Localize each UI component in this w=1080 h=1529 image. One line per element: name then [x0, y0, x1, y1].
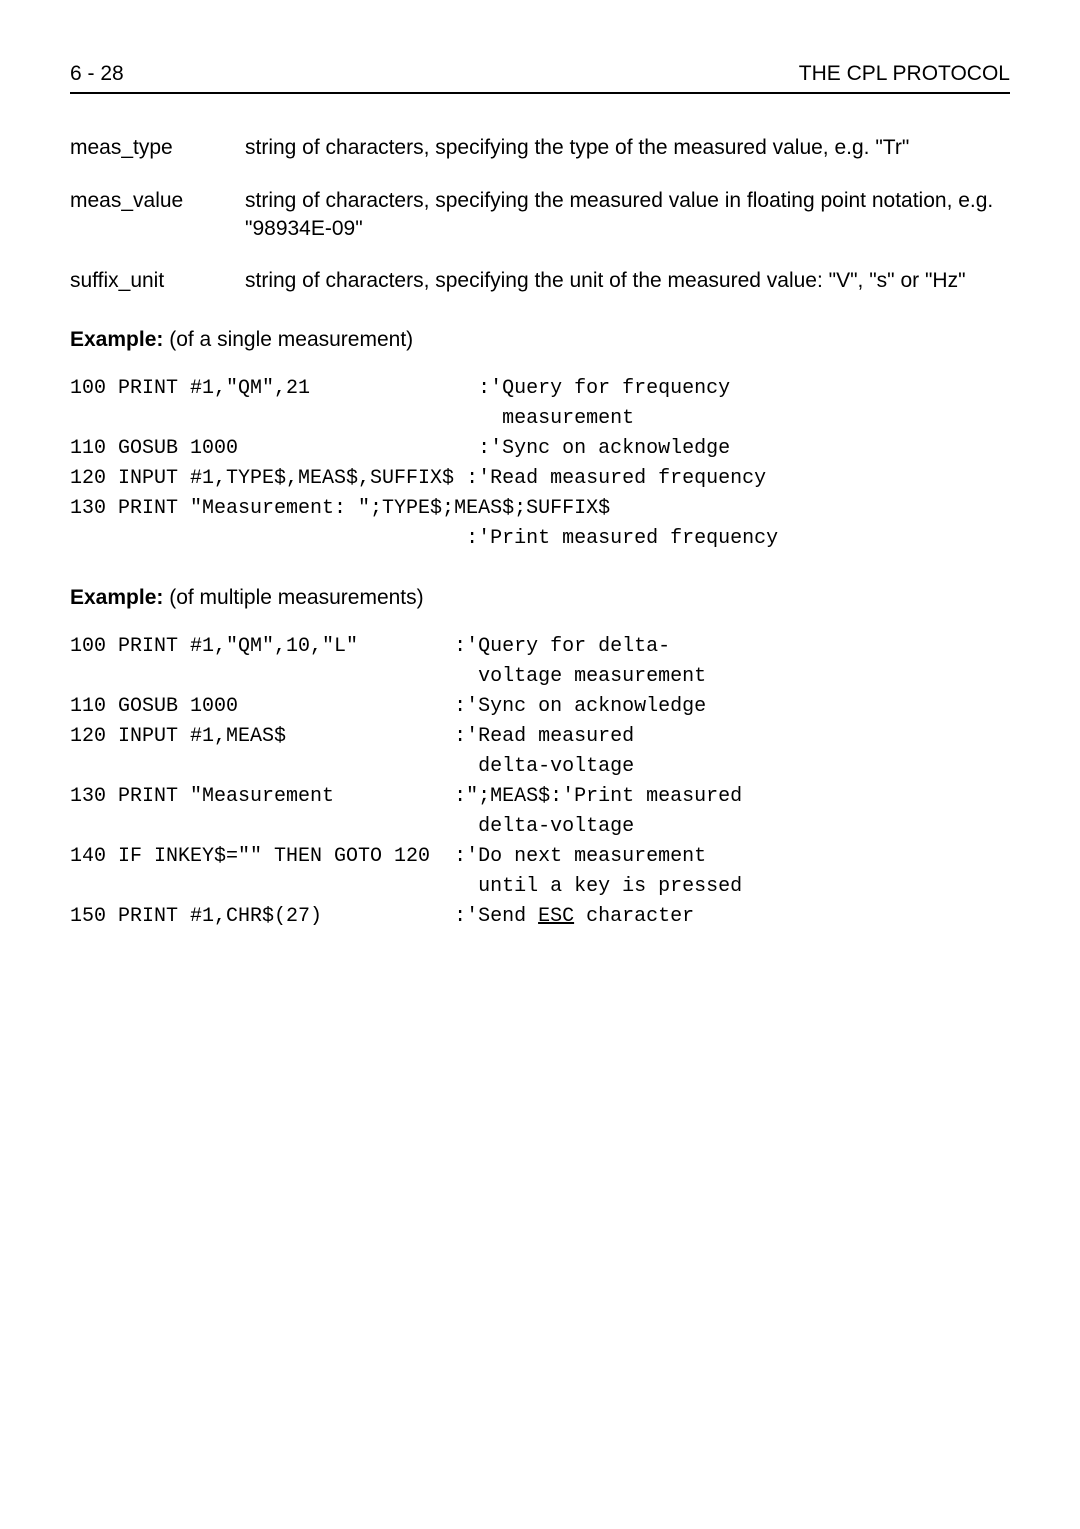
code-line: 110 GOSUB 1000 :'Sync on acknowledge	[70, 695, 706, 718]
code-line: voltage measurement	[70, 665, 706, 688]
document-title: THE CPL PROTOCOL	[799, 60, 1010, 88]
example-label-rest: (of multiple measurements)	[163, 586, 423, 609]
code-line: measurement	[70, 407, 634, 430]
code-line: 120 INPUT #1,TYPE$,MEAS$,SUFFIX$ :'Read …	[70, 467, 766, 490]
definition-row: meas_type string of characters, specifyi…	[70, 134, 1010, 162]
code-line: 150 PRINT #1,CHR$(27) :'Send ESC charact…	[70, 905, 694, 928]
code-line: delta-voltage	[70, 755, 634, 778]
definition-term: meas_value	[70, 187, 245, 244]
example-heading: Example: (of multiple measurements)	[70, 584, 1010, 612]
code-line: delta-voltage	[70, 815, 634, 838]
code-line: 100 PRINT #1,"QM",10,"L" :'Query for del…	[70, 635, 670, 658]
example-label-bold: Example:	[70, 328, 163, 351]
example-label-bold: Example:	[70, 586, 163, 609]
code-block: 100 PRINT #1,"QM",10,"L" :'Query for del…	[70, 632, 1010, 932]
page-number: 6 - 28	[70, 60, 124, 88]
code-line: 100 PRINT #1,"QM",21 :'Query for frequen…	[70, 377, 730, 400]
code-line: 110 GOSUB 1000 :'Sync on acknowledge	[70, 437, 730, 460]
code-text: character	[574, 905, 694, 928]
definition-row: meas_value string of characters, specify…	[70, 187, 1010, 244]
definition-description: string of characters, specifying the mea…	[245, 187, 1010, 244]
code-line: 130 PRINT "Measurement :";MEAS$:'Print m…	[70, 785, 742, 808]
definition-description: string of characters, specifying the uni…	[245, 267, 1010, 295]
code-line: until a key is pressed	[70, 875, 742, 898]
page-header: 6 - 28 THE CPL PROTOCOL	[70, 60, 1010, 94]
code-line: 120 INPUT #1,MEAS$ :'Read measured	[70, 725, 634, 748]
definition-term: suffix_unit	[70, 267, 245, 295]
code-block: 100 PRINT #1,"QM",21 :'Query for frequen…	[70, 374, 1010, 554]
code-line: :'Print measured frequency	[70, 527, 778, 550]
code-line: 130 PRINT "Measurement: ";TYPE$;MEAS$;SU…	[70, 497, 610, 520]
definition-description: string of characters, specifying the typ…	[245, 134, 1010, 162]
example-label-rest: (of a single measurement)	[163, 328, 413, 351]
underlined-text: ESC	[538, 905, 574, 928]
code-text: 150 PRINT #1,CHR$(27) :'Send	[70, 905, 538, 928]
definition-term: meas_type	[70, 134, 245, 162]
example-heading: Example: (of a single measurement)	[70, 326, 1010, 354]
definition-row: suffix_unit string of characters, specif…	[70, 267, 1010, 295]
code-line: 140 IF INKEY$="" THEN GOTO 120 :'Do next…	[70, 845, 706, 868]
